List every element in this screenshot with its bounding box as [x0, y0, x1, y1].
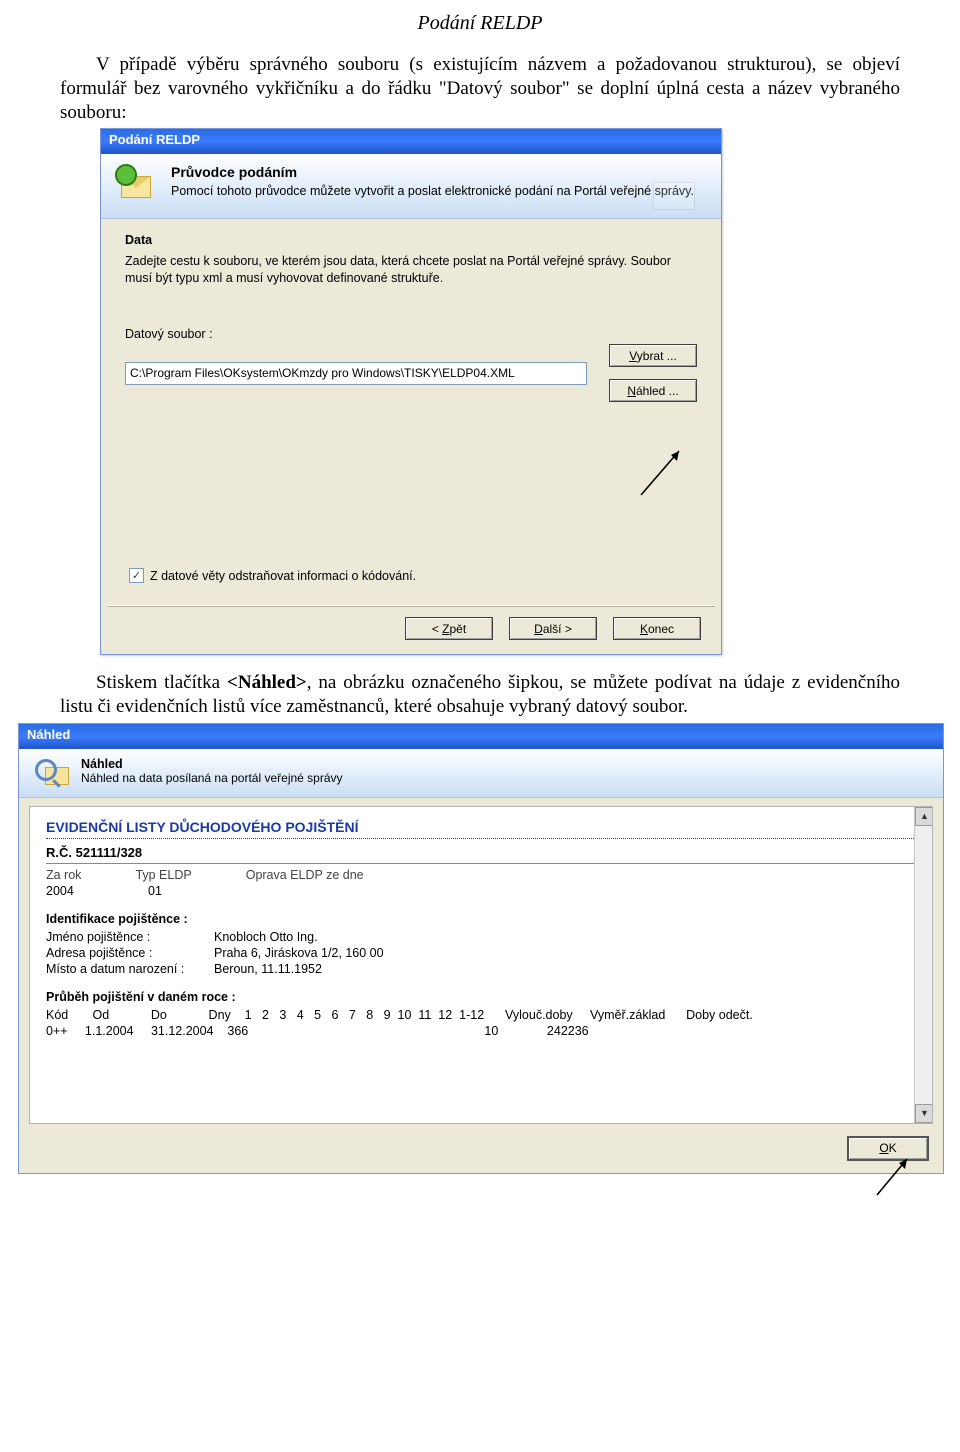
watermark-icon — [643, 172, 703, 212]
arrow-annotation-ok — [867, 1147, 919, 1199]
val-typ: 01 — [148, 884, 206, 898]
preview-pane: ▲ ▼ EVIDENČNÍ LISTY DŮCHODOVÉHO POJIŠTĚN… — [29, 806, 933, 1124]
ident-heading: Identifikace pojištěnce : — [46, 912, 916, 926]
jmeno-label: Jméno pojištěnce : — [46, 930, 214, 944]
misto-value: Beroun, 11.11.1952 — [214, 962, 322, 976]
col-typ: Typ ELDP — [135, 868, 191, 882]
next-button[interactable]: Další > — [509, 617, 597, 640]
nahled-button[interactable]: Náhled ... — [609, 379, 697, 402]
prubeh-columns: Kód Od Do Dny 1 2 3 4 5 6 7 8 9 10 11 12… — [46, 1008, 916, 1022]
wizard-header: Průvodce podáním Pomocí tohoto průvodce … — [101, 154, 721, 219]
adresa-value: Praha 6, Jiráskova 1/2, 160 00 — [214, 946, 384, 960]
dialog-podani: Podání RELDP Průvodce podáním Pomocí toh… — [100, 128, 722, 655]
scroll-up-icon[interactable]: ▲ — [915, 807, 933, 826]
dialog-nahled: Náhled Náhled Náhled na data posílaná na… — [18, 723, 944, 1174]
col-oprava: Oprava ELDP ze dne — [246, 868, 364, 882]
vybrat-label: ybrat ... — [637, 349, 677, 363]
col-zarok: Za rok — [46, 868, 81, 882]
dialog1-titlebar: Podání RELDP — [101, 129, 721, 154]
encoding-checkbox[interactable]: ✓ — [129, 568, 144, 583]
wizard-title: Průvodce podáním — [171, 164, 707, 180]
wizard-subtitle: Pomocí tohoto průvodce můžete vytvořit a… — [171, 183, 707, 199]
jmeno-value: Knobloch Otto Ing. — [214, 930, 318, 944]
file-input[interactable] — [125, 362, 587, 385]
prubeh-heading: Průběh pojištění v daném roce : — [46, 990, 916, 1004]
page-header: Podání RELDP — [0, 12, 960, 35]
scrollbar[interactable]: ▲ ▼ — [914, 807, 932, 1123]
nahled-header: Náhled Náhled na data posílaná na portál… — [19, 749, 943, 798]
rc-value: R.Č. 521111/328 — [46, 845, 916, 864]
misto-label: Místo a datum narození : — [46, 962, 214, 976]
scroll-down-icon[interactable]: ▼ — [915, 1104, 933, 1123]
back-button[interactable]: < Zpět — [405, 617, 493, 640]
mid-paragraph: Stiskem tlačítka <Náhled>, na obrázku oz… — [60, 671, 900, 719]
end-button[interactable]: Konec — [613, 617, 701, 640]
nahled-header-title: Náhled — [81, 757, 343, 771]
prubeh-row: 0++ 1.1.2004 31.12.2004 366 10 242236 — [46, 1024, 916, 1038]
nahled-label: áhled ... — [636, 384, 679, 398]
intro-paragraph: V případě výběru správného souboru (s ex… — [60, 53, 900, 124]
adresa-label: Adresa pojištěnce : — [46, 946, 214, 960]
data-text: Zadejte cestu k souboru, ve kterém jsou … — [125, 253, 697, 287]
nahled-header-sub: Náhled na data posílaná na portál veřejn… — [81, 771, 343, 785]
vybrat-button[interactable]: Vybrat ... — [609, 344, 697, 367]
arrow-annotation — [631, 441, 691, 501]
data-heading: Data — [125, 233, 697, 247]
eldp-heading: EVIDENČNÍ LISTY DŮCHODOVÉHO POJIŠTĚNÍ — [46, 819, 916, 839]
file-field-label: Datový soubor : — [125, 327, 697, 341]
nahled-ref: <Náhled> — [227, 672, 307, 693]
envelope-wizard-icon — [115, 164, 159, 204]
magnifier-envelope-icon — [33, 757, 69, 787]
dialog2-titlebar: Náhled — [19, 724, 943, 749]
val-zarok: 2004 — [46, 884, 94, 898]
encoding-checkbox-label: Z datové věty odstraňovat informaci o kó… — [150, 569, 416, 583]
